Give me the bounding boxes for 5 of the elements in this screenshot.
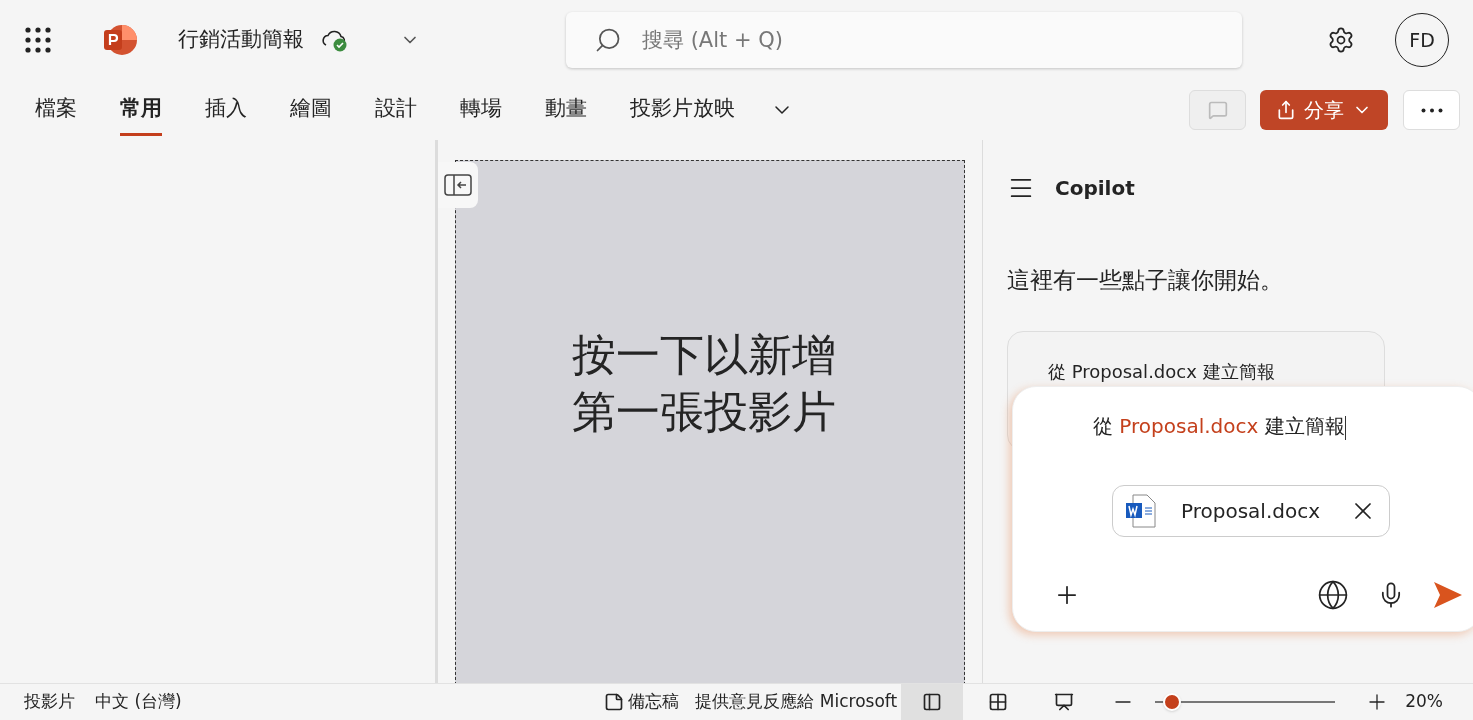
slide-label: 投影片 — [24, 690, 75, 714]
copilot-title: Copilot — [1055, 175, 1135, 202]
slide-placeholder-text: 按一下以新增第一張投影片 — [572, 328, 837, 440]
copilot-intro: 這裡有一些點子讓你開始。 — [1007, 266, 1284, 295]
attachment-name: Proposal.docx — [1181, 498, 1320, 525]
